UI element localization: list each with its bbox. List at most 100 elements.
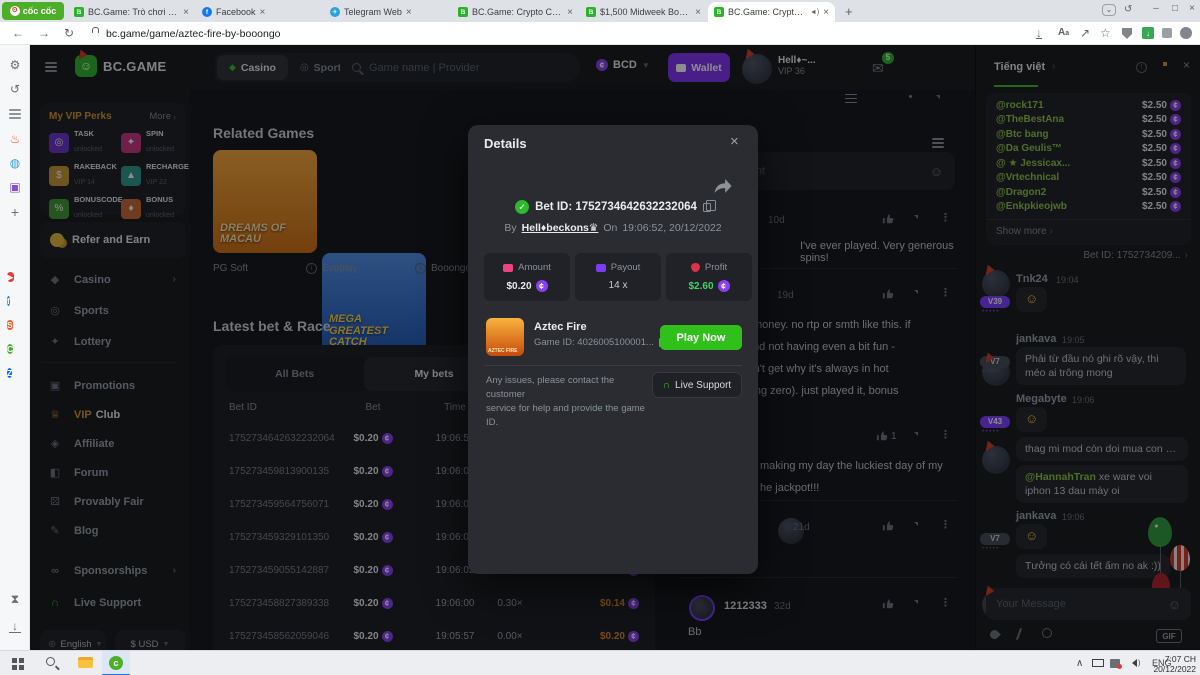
bcgame-favicon: B: [586, 7, 596, 17]
live-support-button[interactable]: ∩ Live Support: [652, 372, 742, 398]
bet-id-row: ✓ Bet ID: 1752734642632232064: [468, 200, 758, 214]
browser-side-rail: ⚙ ↺ ♨ ◍ ▣ + ▶ f S C Z ⧗ ↓: [0, 45, 30, 650]
active-app-tile[interactable]: c: [102, 651, 130, 675]
bettor-username[interactable]: Hell♦beckons♛: [522, 222, 599, 234]
play-now-button[interactable]: Play Now: [660, 325, 742, 350]
games-icon[interactable]: ▣: [0, 181, 30, 193]
youtube-icon[interactable]: ▶: [7, 267, 14, 285]
tray-time: 7:07 CH: [1150, 654, 1196, 664]
profile-avatar-icon[interactable]: [1180, 27, 1192, 39]
stat-payout: Payout 14 x: [575, 253, 661, 301]
bet-datetime: 19:06:52, 20/12/2022: [622, 222, 721, 234]
history-icon[interactable]: ↺: [0, 83, 30, 95]
back-icon[interactable]: ←: [12, 27, 24, 39]
telegram-favicon: ✈: [330, 7, 340, 17]
tab-telegram[interactable]: ✈Telegram Web×: [324, 2, 451, 22]
forward-icon[interactable]: →: [38, 27, 50, 39]
url-text[interactable]: bc.game/game/aztec-fire-by-booongo: [106, 28, 281, 40]
notification-dot: [1117, 664, 1122, 669]
copy-icon[interactable]: [703, 203, 711, 212]
share-icon[interactable]: [714, 179, 732, 194]
game-name: Aztec Fire: [534, 321, 587, 333]
browser-tab-bar: ʘ cốc cốc BBC.Game: Trò chơi sòng bạc× f…: [0, 0, 1200, 22]
start-button[interactable]: [12, 658, 17, 663]
close-tab-icon[interactable]: ×: [695, 7, 701, 18]
speaker-icon[interactable]: [1128, 659, 1137, 667]
modal-title: Details: [484, 136, 527, 151]
facebook-shortcut-icon[interactable]: f: [7, 291, 10, 309]
window-close-button[interactable]: ×: [1185, 3, 1199, 14]
game-thumbnail[interactable]: AZTEC FIRE: [486, 318, 524, 356]
tab-bcgame-1[interactable]: BBC.Game: Trò chơi sòng bạc×: [68, 2, 195, 22]
taskbar-search-handle: [55, 665, 60, 670]
profit-icon: [691, 263, 700, 272]
tab-facebook[interactable]: fFacebook×: [196, 2, 323, 22]
bet-id-value: Bet ID: 1752734642632232064: [535, 201, 697, 213]
close-tab-icon[interactable]: ×: [823, 7, 829, 18]
tab-audio-icon[interactable]: ◄): [810, 9, 819, 16]
taskbar-search-icon[interactable]: [46, 657, 55, 666]
divider: [484, 365, 742, 366]
translate-icon[interactable]: Aa: [1058, 28, 1069, 38]
discover-icon[interactable]: ◍: [0, 157, 30, 169]
shop-shortcut-icon[interactable]: S: [7, 315, 13, 333]
close-tab-icon[interactable]: ×: [183, 7, 189, 18]
tab-bcgame-active[interactable]: BBC.Game: Crypto Casino◄)×: [708, 2, 835, 22]
reading-list-icon[interactable]: [0, 107, 30, 115]
bcgame-favicon: B: [458, 7, 468, 17]
pending-downloads-icon[interactable]: ⧗: [0, 593, 30, 605]
network-icon[interactable]: [1092, 659, 1104, 667]
brand-label: cốc cốc: [23, 6, 57, 16]
close-tab-icon[interactable]: ×: [260, 7, 266, 18]
tray-date: 20/12/2022: [1150, 664, 1196, 674]
share-icon[interactable]: ↗: [1080, 27, 1090, 39]
windows-taskbar: c ∧ ) ENG 7:07 CH 20/12/2022: [0, 650, 1200, 675]
support-note: Any issues, please contact the customers…: [486, 374, 646, 430]
tab-booongo-promo[interactable]: B$1,500 Midweek Booongo M×: [580, 2, 707, 22]
stat-amount: Amount $0.20¢: [484, 253, 570, 301]
browser-address-bar: ← → ↻ bc.game/game/aztec-fire-by-booongo…: [0, 22, 1200, 45]
window-maximize-button[interactable]: □: [1167, 3, 1183, 14]
close-tab-icon[interactable]: ×: [567, 7, 573, 18]
facebook-favicon: f: [202, 7, 212, 17]
zalo-icon[interactable]: Z: [7, 363, 12, 381]
downloads-tray-icon[interactable]: ↓: [9, 620, 21, 633]
download-manager-icon[interactable]: ↓: [1142, 27, 1154, 39]
chat-app-icon[interactable]: C: [7, 339, 13, 357]
amount-icon: [503, 264, 513, 272]
bcgame-favicon: B: [714, 7, 724, 17]
adblock-shield-icon[interactable]: [1122, 28, 1132, 39]
file-explorer-icon[interactable]: [78, 657, 93, 668]
add-shortcut-icon[interactable]: +: [0, 205, 30, 219]
close-modal-icon[interactable]: ×: [730, 133, 739, 150]
extensions-icon[interactable]: [1162, 28, 1172, 38]
hot-news-icon[interactable]: ♨: [0, 133, 30, 145]
new-tab-button[interactable]: +: [845, 4, 853, 19]
reload-icon[interactable]: ↻: [64, 27, 74, 39]
stat-profit: Profit $2.60¢: [666, 253, 752, 301]
settings-icon[interactable]: ⚙: [0, 59, 30, 71]
clock[interactable]: 7:07 CH 20/12/2022: [1150, 654, 1196, 674]
bet-meta-row: By Hell♦beckons♛ On 19:06:52, 20/12/2022: [468, 222, 758, 234]
bcgame-favicon: B: [74, 7, 84, 17]
game-id-row: Game ID: 4026005100001...: [534, 337, 667, 348]
hidden-icons-chevron[interactable]: ∧: [1076, 658, 1083, 669]
coccoc-taskbar-icon: c: [109, 656, 123, 670]
game-id-value: Game ID: 4026005100001...: [534, 337, 654, 348]
verified-shield-icon: ✓: [515, 200, 529, 214]
tab-search-icon[interactable]: ⌄: [1102, 4, 1116, 16]
bookmark-star-icon[interactable]: ☆: [1100, 27, 1111, 39]
coccoc-brand[interactable]: ʘ cốc cốc: [2, 2, 64, 20]
speaker-waves: ): [1138, 660, 1140, 667]
install-page-icon[interactable]: ↓: [1036, 27, 1042, 39]
coccoc-logo-icon: ʘ: [10, 6, 20, 16]
close-tab-icon[interactable]: ×: [406, 7, 412, 18]
headset-icon: ∩: [663, 380, 670, 391]
coin-icon: ¢: [718, 280, 730, 292]
window-minimize-button[interactable]: –: [1148, 3, 1164, 14]
payout-icon: [596, 264, 606, 272]
bet-details-modal: Details × ✓ Bet ID: 1752734642632232064 …: [468, 125, 758, 574]
coin-icon: ¢: [536, 280, 548, 292]
recent-tabs-icon[interactable]: ↺: [1124, 4, 1132, 15]
tab-bcgame-2[interactable]: BBC.Game: Crypto Casino Gam×: [452, 2, 579, 22]
